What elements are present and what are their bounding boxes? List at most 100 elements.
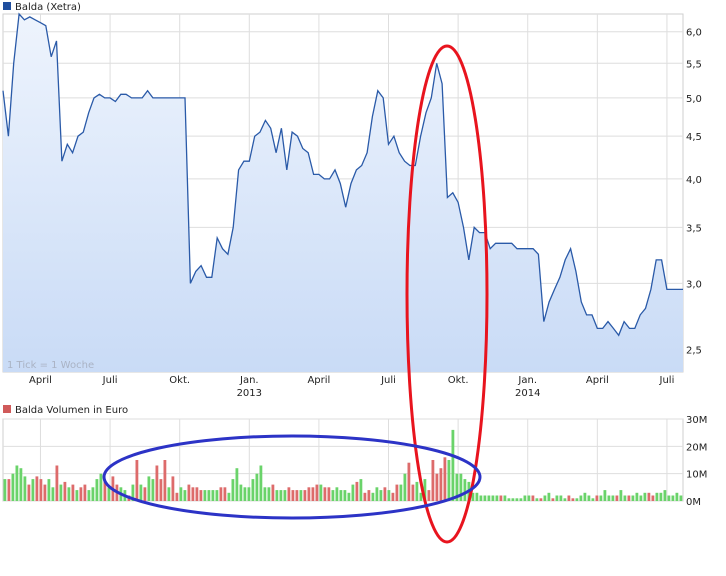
x-tick-label: Okt. bbox=[169, 375, 190, 386]
volume-bar bbox=[11, 473, 15, 501]
volume-y-tick-label: 30M bbox=[686, 415, 707, 426]
volume-bar bbox=[39, 479, 43, 501]
volume-bar bbox=[271, 484, 275, 501]
volume-bar bbox=[451, 429, 455, 501]
volume-bar bbox=[619, 490, 623, 501]
volume-bar bbox=[203, 490, 207, 501]
volume-bar bbox=[399, 484, 403, 501]
x-tick-label: Jan. bbox=[517, 375, 537, 386]
volume-bar bbox=[479, 495, 483, 501]
volume-bar bbox=[511, 498, 515, 501]
volume-bar bbox=[55, 465, 59, 501]
volume-bar bbox=[291, 490, 295, 501]
volume-y-tick-label: 10M bbox=[686, 470, 707, 481]
volume-bar bbox=[207, 490, 211, 501]
volume-bar bbox=[19, 468, 23, 501]
volume-legend-swatch bbox=[3, 405, 11, 413]
volume-bar bbox=[507, 498, 511, 501]
volume-bar bbox=[339, 490, 343, 501]
volume-bar bbox=[251, 479, 255, 501]
price-x-ticks: April Juli Okt. Jan. 2013 April Juli Okt. Jan. 20… bbox=[29, 375, 675, 399]
volume-bar bbox=[23, 476, 27, 501]
x-tick-label: Okt. bbox=[448, 375, 469, 386]
volume-bar bbox=[571, 498, 575, 501]
volume-bar bbox=[567, 495, 571, 501]
volume-bar bbox=[95, 479, 99, 501]
volume-bar bbox=[135, 460, 139, 501]
volume-bar bbox=[335, 487, 339, 501]
volume-bar bbox=[295, 490, 299, 501]
volume-bar bbox=[263, 487, 267, 501]
volume-bar bbox=[195, 487, 199, 501]
volume-bar bbox=[63, 481, 67, 501]
volume-bar bbox=[515, 498, 519, 501]
volume-bar bbox=[223, 487, 227, 501]
tick-note: 1 Tick = 1 Woche bbox=[7, 360, 94, 371]
volume-bar bbox=[555, 495, 559, 501]
volume-bar bbox=[71, 484, 75, 501]
volume-bar bbox=[179, 487, 183, 501]
volume-bar bbox=[259, 465, 263, 501]
volume-y-tick-label: 20M bbox=[686, 442, 707, 453]
volume-bar bbox=[543, 495, 547, 501]
volume-bar bbox=[315, 484, 319, 501]
volume-bar bbox=[255, 473, 259, 501]
x-tick-label: Juli bbox=[659, 375, 675, 386]
volume-bar bbox=[355, 481, 359, 501]
volume-bar bbox=[167, 487, 171, 501]
volume-bar bbox=[367, 490, 371, 501]
volume-panel: 0M 10M 20M 30M Balda Volumen in Euro bbox=[2, 405, 707, 508]
volume-bar bbox=[351, 484, 355, 501]
volume-bar bbox=[199, 490, 203, 501]
chart-stage: 2,5 3,0 3,5 4,0 4,5 5,0 5,5 6,0 April Juli Okt. Ja… bbox=[0, 0, 726, 572]
volume-bar bbox=[287, 487, 291, 501]
volume-bar bbox=[375, 487, 379, 501]
volume-bar bbox=[523, 495, 527, 501]
volume-bar bbox=[27, 484, 31, 501]
x-tick-label: Juli bbox=[380, 375, 396, 386]
volume-bar bbox=[43, 484, 47, 501]
volume-bar bbox=[279, 490, 283, 501]
volume-bar bbox=[539, 498, 543, 501]
volume-bar bbox=[603, 490, 607, 501]
price-legend-swatch bbox=[3, 2, 11, 10]
volume-bar bbox=[483, 495, 487, 501]
x-tick-year: 2013 bbox=[237, 388, 262, 399]
x-tick-label: April bbox=[586, 375, 609, 386]
volume-bar bbox=[79, 487, 83, 501]
volume-bar bbox=[59, 484, 63, 501]
volume-bar bbox=[379, 490, 383, 501]
volume-bar bbox=[91, 487, 95, 501]
x-tick-label: Jan. bbox=[239, 375, 259, 386]
volume-bar bbox=[655, 492, 659, 501]
volume-bar bbox=[583, 492, 587, 501]
volume-bar bbox=[387, 490, 391, 501]
volume-bar bbox=[87, 490, 91, 501]
price-y-tick-label: 5,5 bbox=[686, 59, 702, 70]
volume-bar bbox=[587, 495, 591, 501]
volume-bar bbox=[3, 479, 7, 501]
volume-bar bbox=[311, 487, 315, 501]
volume-bar bbox=[671, 495, 675, 501]
volume-bar bbox=[535, 498, 539, 501]
volume-bar bbox=[363, 492, 367, 501]
volume-bar bbox=[659, 492, 663, 501]
volume-bar bbox=[551, 498, 555, 501]
volume-bar bbox=[139, 484, 143, 501]
volume-bar bbox=[407, 462, 411, 501]
volume-bar bbox=[579, 495, 583, 501]
volume-bar bbox=[51, 487, 55, 501]
volume-bar bbox=[575, 498, 579, 501]
volume-bar bbox=[47, 479, 51, 501]
x-tick-year: 2014 bbox=[515, 388, 540, 399]
volume-bar bbox=[331, 490, 335, 501]
volume-bar bbox=[187, 484, 191, 501]
volume-bar bbox=[247, 487, 251, 501]
volume-y-ticks: 0M 10M 20M 30M bbox=[686, 415, 707, 508]
volume-bar bbox=[503, 495, 507, 501]
volume-bar bbox=[531, 495, 535, 501]
volume-bar bbox=[371, 492, 375, 501]
volume-bar bbox=[463, 479, 467, 501]
volume-bar bbox=[163, 460, 167, 501]
volume-bar bbox=[211, 490, 215, 501]
